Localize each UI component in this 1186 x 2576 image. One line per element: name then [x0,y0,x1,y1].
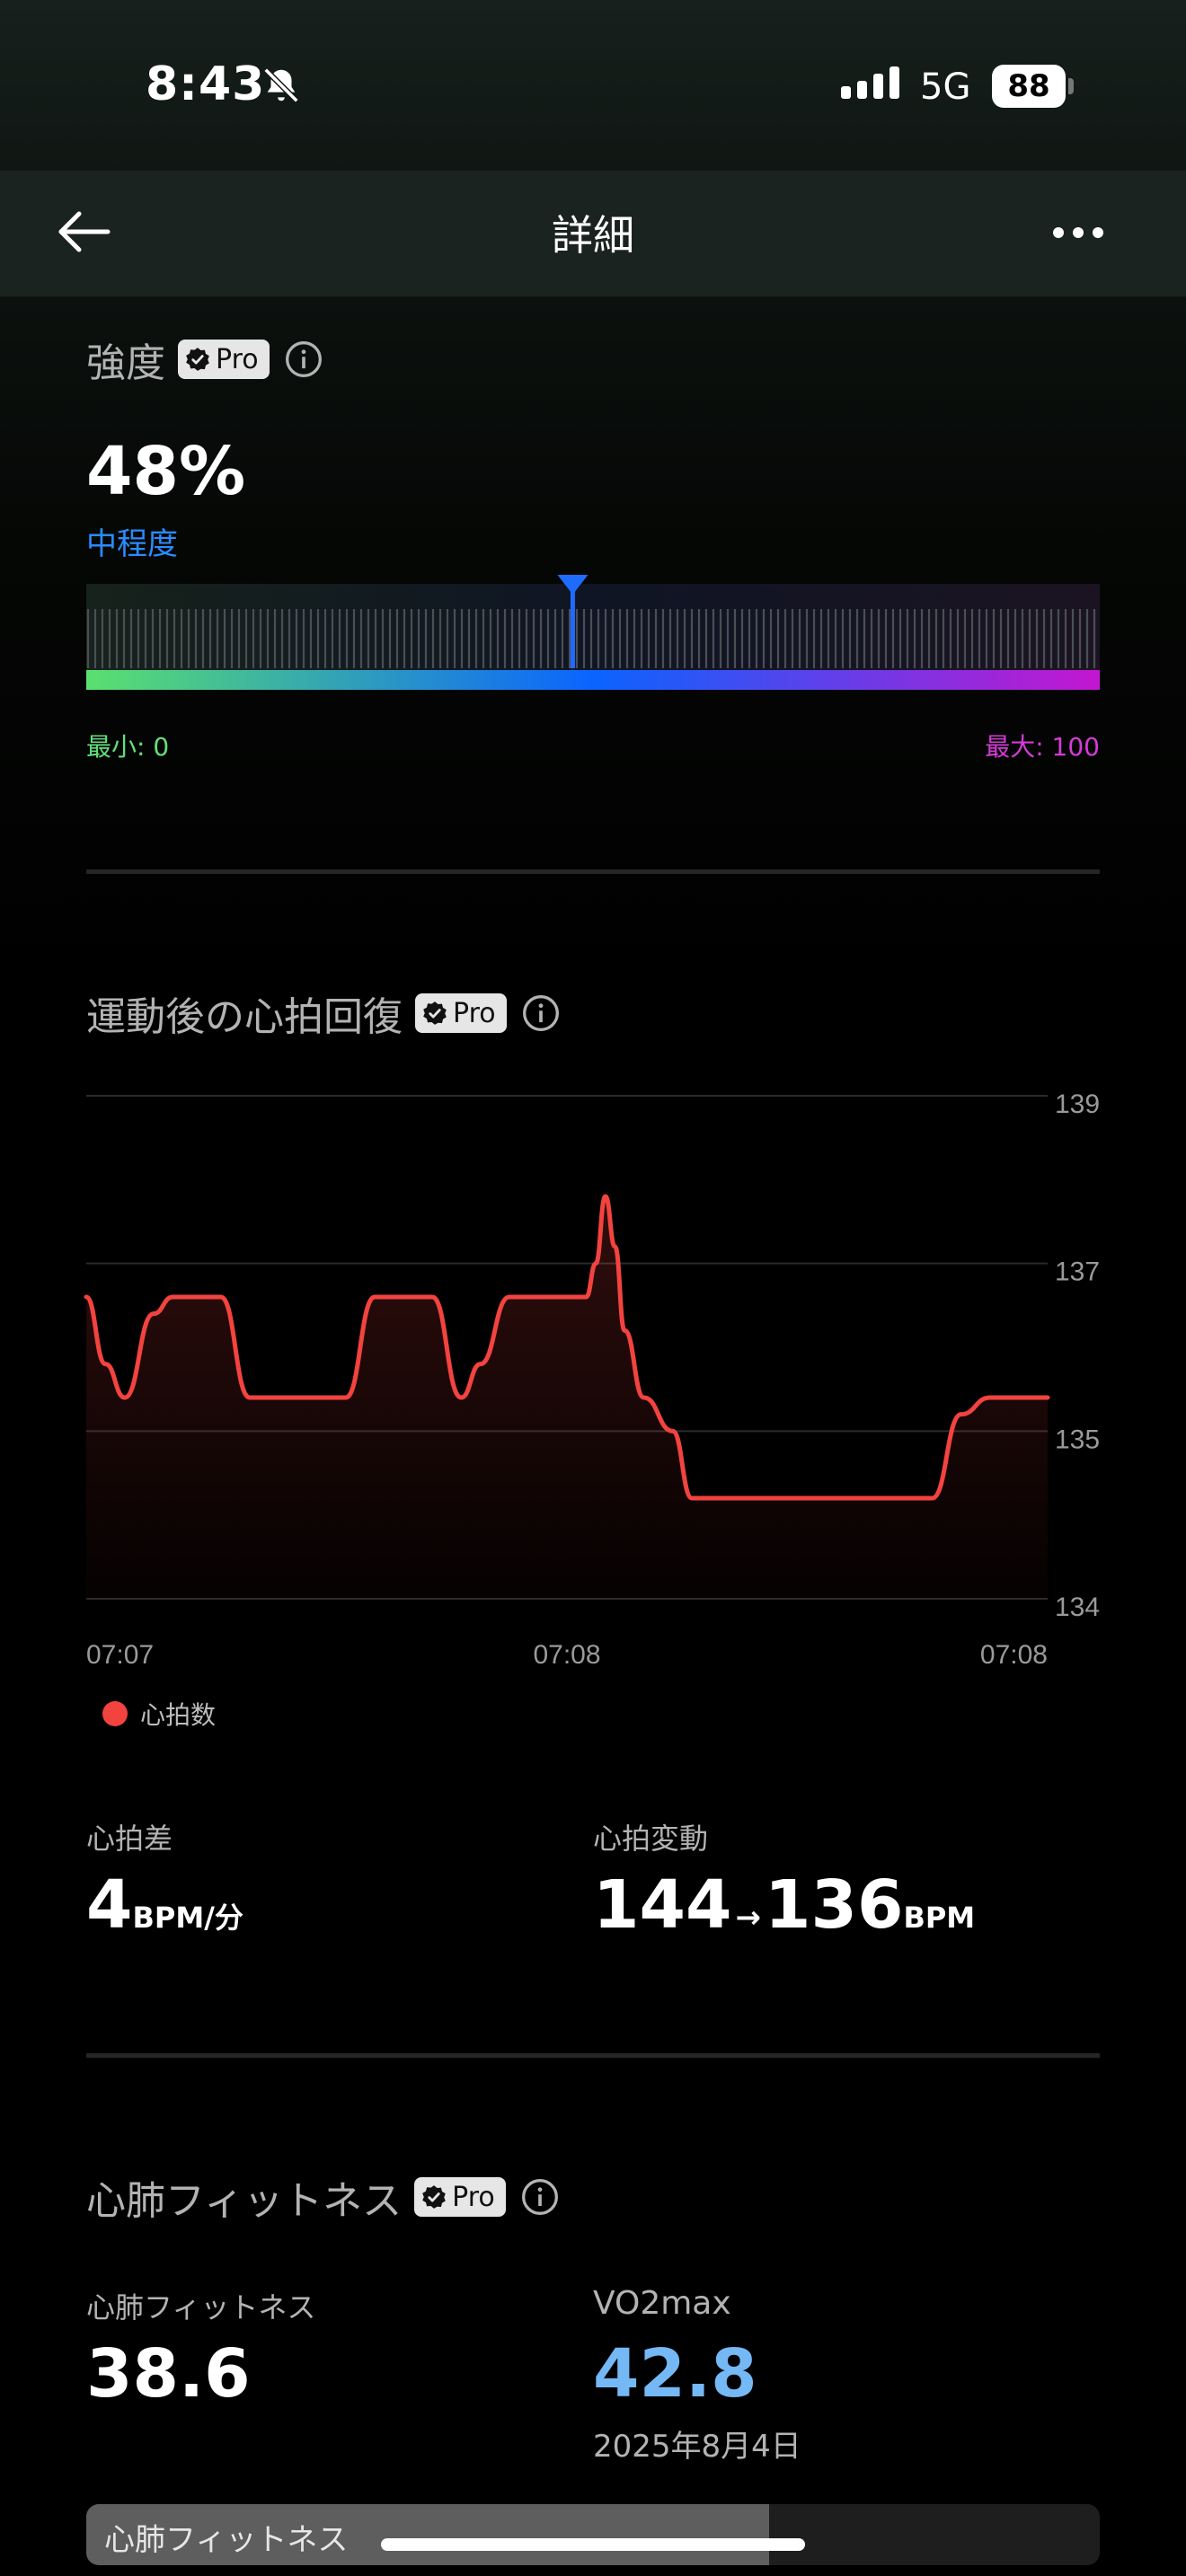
fitness-header: 心肺フィットネス Pro [86,2170,1100,2224]
pro-badge: Pro [415,993,507,1033]
info-icon[interactable] [284,340,323,379]
heart-rate-diff-value: 4BPM/分 [86,1872,243,1938]
info-icon[interactable] [521,993,561,1033]
status-bar: 8:43 5G 88 [0,0,1186,171]
vo2max-date: 2025年8月4日 [593,2429,801,2465]
fitness-label: 心肺フィットネス [86,2290,316,2325]
pro-badge-label: Pro [453,997,496,1029]
vo2max-value: 42.8 [593,2335,757,2413]
gauge-color-bar [86,670,1100,690]
fitness-title: 心肺フィットネス [86,2178,403,2224]
intensity-level: 中程度 [86,526,178,562]
y-tick-label: 135 [1055,1425,1100,1454]
page-title: 詳細 [552,211,634,260]
heart-rate-diff-label: 心拍差 [86,1822,173,1856]
y-tick-label: 137 [1055,1257,1100,1287]
intensity-header: 強度 Pro [86,332,1100,386]
fitness-value: 38.6 [86,2335,251,2413]
status-time: 8:43 [146,57,266,111]
heart-rate-change-value: 144 →136BPM [593,1872,975,1938]
section-divider [86,2053,1100,2058]
battery-level: 88 [992,65,1066,108]
heart-rate-from: 144 [593,1866,732,1944]
heart-rate-chart: 139 137 135 134 07:07 07:08 07:08 [84,1090,1100,1670]
x-axis-ticks: 07:07 07:08 07:08 [86,1640,1048,1670]
heart-rate-to: 136 [764,1866,904,1944]
x-tick-label: 07:08 [533,1640,600,1670]
verified-badge-icon [186,348,209,371]
gauge-max-label: 最大: 100 [985,732,1100,762]
y-tick-label: 134 [1055,1592,1100,1622]
more-options-icon[interactable] [1049,221,1107,244]
intensity-title: 強度 [86,340,165,386]
pro-badge-label: Pro [216,343,259,375]
heart-rate-diff-unit: BPM/分 [132,1901,243,1935]
network-type: 5G [920,66,971,108]
fitness-level-label: 心肺フィットネス [104,2522,349,2558]
legend-label: 心拍数 [140,1700,217,1730]
verified-badge-icon [423,1001,447,1025]
intensity-gauge [86,575,1100,690]
intensity-section: 強度 Pro 48% 中程度 最小: 0 最大: 100 [86,332,1100,763]
heart-rate-diff-number: 4 [86,1866,133,1944]
intensity-value: 48% [86,433,246,510]
heart-rate-change-unit: BPM [903,1901,976,1935]
heart-rate-area [86,1196,1048,1599]
x-tick-label: 07:08 [980,1640,1048,1670]
battery-indicator: 88 [992,65,1074,108]
fitness-level-bar[interactable]: 心肺フィットネス [86,2504,1100,2565]
gauge-tick-marks [86,609,1096,668]
header-bar: 詳細 [0,171,1186,296]
heart-rate-change-label: 心拍変動 [593,1822,709,1856]
recovery-section: 運動後の心拍回復 Pro [86,986,1100,1040]
cellular-signal-icon [841,66,899,99]
recovery-title: 運動後の心拍回復 [86,994,403,1040]
pro-badge-label: Pro [452,2181,495,2213]
info-icon[interactable] [520,2177,560,2217]
chart-legend: 心拍数 [102,1696,216,1732]
arrow-right-icon: → [735,1900,761,1936]
y-axis-ticks: 139 137 135 134 [1055,1090,1100,1622]
pro-badge: Pro [414,2177,506,2217]
recovery-header: 運動後の心拍回復 Pro [86,986,1100,1040]
gauge-min-label: 最小: 0 [86,732,170,762]
bell-muted-icon [263,67,299,103]
pro-badge: Pro [178,340,270,379]
legend-dot [102,1701,128,1726]
vo2max-label: VO2max [593,2285,731,2322]
y-tick-label: 139 [1055,1090,1100,1119]
section-divider [86,869,1100,874]
verified-badge-icon [422,2185,446,2209]
x-tick-label: 07:07 [86,1640,154,1670]
home-indicator[interactable] [381,2538,805,2551]
fitness-section: 心肺フィットネス Pro [86,2170,1100,2224]
battery-tip [1068,78,1074,94]
